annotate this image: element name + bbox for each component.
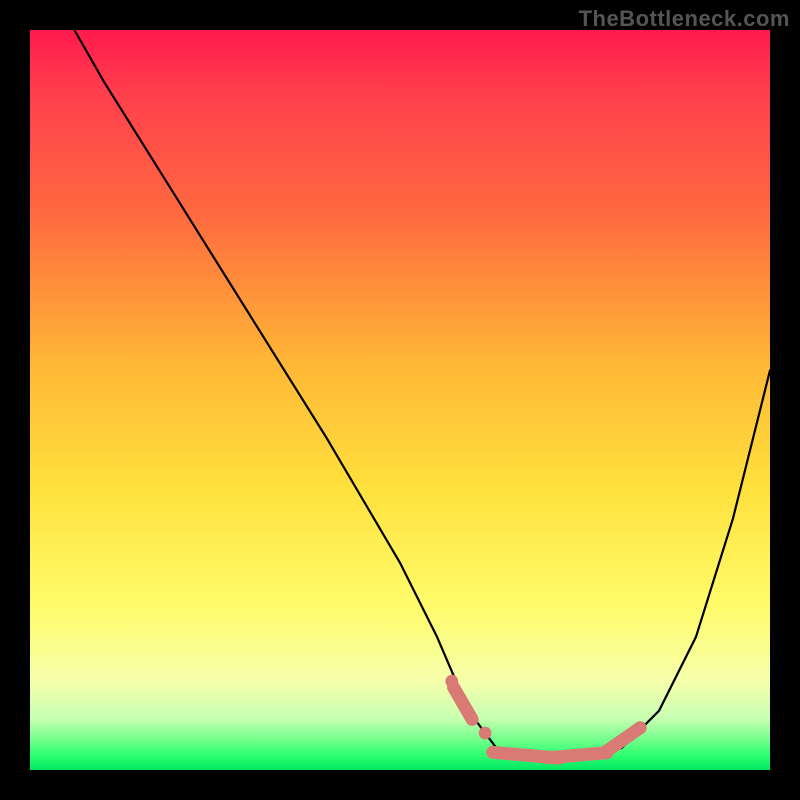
bottleneck-curve <box>74 30 770 763</box>
chart-frame: TheBottleneck.com <box>0 0 800 800</box>
plot-area <box>30 30 770 770</box>
valley-marker <box>479 727 492 740</box>
watermark-text: TheBottleneck.com <box>579 6 790 32</box>
curve-layer <box>30 30 770 770</box>
valley-marker <box>454 687 473 719</box>
valley-marker <box>604 728 640 753</box>
